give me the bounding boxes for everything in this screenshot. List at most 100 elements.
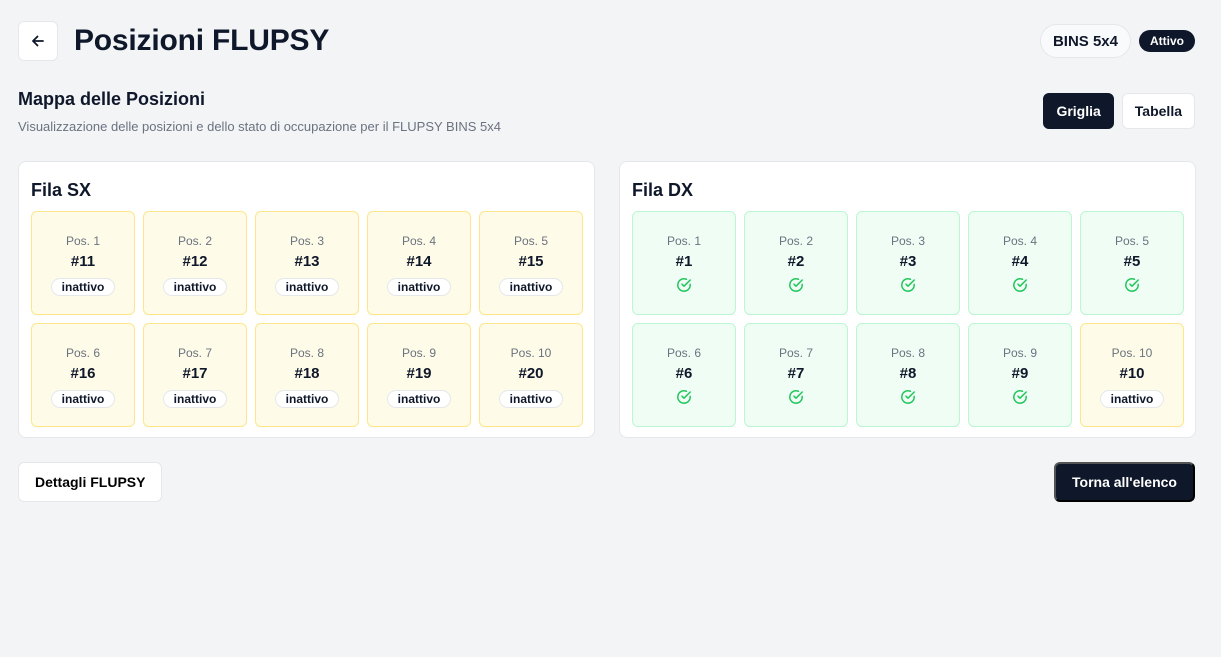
position-label: Pos. 5 bbox=[1114, 234, 1150, 248]
basket-number: #4 bbox=[1011, 253, 1029, 270]
basket-number: #1 bbox=[675, 253, 693, 270]
status-badge: inattivo bbox=[274, 390, 340, 408]
check-circle-icon bbox=[677, 278, 691, 292]
position-cell[interactable]: Pos. 5 #15 inattivo bbox=[479, 211, 583, 315]
position-cell[interactable]: Pos. 6 #16 inattivo bbox=[31, 323, 135, 427]
flupsy-name-badge: BINS 5x4 bbox=[1039, 24, 1131, 58]
status-badge: inattivo bbox=[162, 390, 228, 408]
position-cell[interactable]: Pos. 4 #4 bbox=[968, 211, 1072, 315]
position-label: Pos. 9 bbox=[401, 346, 437, 360]
position-label: Pos. 10 bbox=[510, 346, 552, 360]
position-label: Pos. 10 bbox=[1111, 346, 1153, 360]
status-badge: inattivo bbox=[498, 390, 564, 408]
position-label: Pos. 2 bbox=[177, 234, 213, 248]
position-label: Pos. 5 bbox=[513, 234, 549, 248]
status-badge: inattivo bbox=[498, 278, 564, 296]
basket-number: #13 bbox=[294, 253, 320, 270]
position-cell[interactable]: Pos. 9 #9 bbox=[968, 323, 1072, 427]
position-cell[interactable]: Pos. 7 #7 bbox=[744, 323, 848, 427]
row-card-dx: Fila DX Pos. 1 #1 Pos. 2 #2 Pos. 3 #3 Pos. 4 #4… bbox=[619, 161, 1196, 438]
position-cell[interactable]: Pos. 2 #2 bbox=[744, 211, 848, 315]
position-label: Pos. 6 bbox=[666, 346, 702, 360]
status-badge: inattivo bbox=[50, 278, 116, 296]
table-view-button[interactable]: Tabella bbox=[1121, 93, 1195, 129]
status-badge: inattivo bbox=[386, 278, 452, 296]
position-cell[interactable]: Pos. 3 #3 bbox=[856, 211, 960, 315]
row-title: Fila DX bbox=[632, 180, 694, 200]
position-cell[interactable]: Pos. 8 #8 bbox=[856, 323, 960, 427]
page-header: Posizioni FLUPSY BINS 5x4 Attivo bbox=[18, 21, 1195, 61]
grid-view-button[interactable]: Griglia bbox=[1043, 93, 1114, 129]
position-label: Pos. 8 bbox=[289, 346, 325, 360]
basket-number: #7 bbox=[787, 365, 805, 382]
position-cell[interactable]: Pos. 1 #1 bbox=[632, 211, 736, 315]
position-label: Pos. 1 bbox=[666, 234, 702, 248]
position-label: Pos. 7 bbox=[778, 346, 814, 360]
position-cell[interactable]: Pos. 4 #14 inattivo bbox=[367, 211, 471, 315]
position-cell[interactable]: Pos. 10 #10 inattivo bbox=[1080, 323, 1184, 427]
back-to-list-button[interactable]: Torna all'elenco bbox=[1054, 462, 1195, 502]
position-cell[interactable]: Pos. 5 #5 bbox=[1080, 211, 1184, 315]
basket-number: #2 bbox=[787, 253, 805, 270]
basket-number: #19 bbox=[406, 365, 432, 382]
position-label: Pos. 3 bbox=[890, 234, 926, 248]
status-badge: inattivo bbox=[274, 278, 340, 296]
check-circle-icon bbox=[901, 390, 915, 404]
check-circle-icon bbox=[677, 390, 691, 404]
status-badge: inattivo bbox=[386, 390, 452, 408]
position-label: Pos. 7 bbox=[177, 346, 213, 360]
map-description: Visualizzazione delle posizioni e dello … bbox=[18, 119, 501, 134]
basket-number: #3 bbox=[899, 253, 917, 270]
header-badges: BINS 5x4 Attivo bbox=[1039, 24, 1195, 58]
position-label: Pos. 1 bbox=[65, 234, 101, 248]
check-circle-icon bbox=[1013, 278, 1027, 292]
map-section-header: Mappa delle Posizioni Visualizzazione de… bbox=[18, 89, 501, 134]
position-cell[interactable]: Pos. 7 #17 inattivo bbox=[143, 323, 247, 427]
basket-number: #5 bbox=[1123, 253, 1141, 270]
basket-number: #16 bbox=[70, 365, 96, 382]
basket-number: #9 bbox=[1011, 365, 1029, 382]
status-badge: Attivo bbox=[1139, 30, 1195, 52]
status-badge: inattivo bbox=[50, 390, 116, 408]
check-circle-icon bbox=[901, 278, 915, 292]
basket-number: #11 bbox=[70, 253, 96, 270]
position-label: Pos. 6 bbox=[65, 346, 101, 360]
basket-number: #14 bbox=[406, 253, 432, 270]
status-badge: inattivo bbox=[162, 278, 228, 296]
position-cell[interactable]: Pos. 8 #18 inattivo bbox=[255, 323, 359, 427]
back-button[interactable] bbox=[18, 21, 58, 61]
position-cell[interactable]: Pos. 3 #13 inattivo bbox=[255, 211, 359, 315]
view-toggle: Griglia Tabella bbox=[1043, 93, 1195, 129]
flupsy-details-button[interactable]: Dettagli FLUPSY bbox=[18, 462, 163, 502]
row-card-sx: Fila SX Pos. 1 #11 inattivo Pos. 2 #12 inatti… bbox=[18, 161, 595, 438]
position-cell[interactable]: Pos. 2 #12 inattivo bbox=[143, 211, 247, 315]
basket-number: #20 bbox=[518, 365, 544, 382]
page-title: Posizioni FLUPSY bbox=[74, 24, 330, 57]
check-circle-icon bbox=[1013, 390, 1027, 404]
positions-grid: Pos. 1 #1 Pos. 2 #2 Pos. 3 #3 Pos. 4 #4 Pos. 5 #5… bbox=[632, 211, 1184, 427]
position-cell[interactable]: Pos. 9 #19 inattivo bbox=[367, 323, 471, 427]
position-cell[interactable]: Pos. 6 #6 bbox=[632, 323, 736, 427]
position-label: Pos. 8 bbox=[890, 346, 926, 360]
basket-number: #15 bbox=[518, 253, 544, 270]
row-title: Fila SX bbox=[31, 180, 92, 200]
check-circle-icon bbox=[1125, 278, 1139, 292]
status-badge: inattivo bbox=[1099, 390, 1165, 408]
position-label: Pos. 4 bbox=[1002, 234, 1038, 248]
position-cell[interactable]: Pos. 10 #20 inattivo bbox=[479, 323, 583, 427]
position-label: Pos. 4 bbox=[401, 234, 437, 248]
basket-number: #8 bbox=[899, 365, 917, 382]
basket-number: #17 bbox=[182, 365, 208, 382]
check-circle-icon bbox=[789, 390, 803, 404]
basket-number: #12 bbox=[182, 253, 208, 270]
basket-number: #18 bbox=[294, 365, 320, 382]
position-label: Pos. 2 bbox=[778, 234, 814, 248]
basket-number: #10 bbox=[1119, 365, 1145, 382]
arrow-left-icon bbox=[32, 35, 44, 47]
basket-number: #6 bbox=[675, 365, 693, 382]
position-label: Pos. 9 bbox=[1002, 346, 1038, 360]
position-cell[interactable]: Pos. 1 #11 inattivo bbox=[31, 211, 135, 315]
check-circle-icon bbox=[789, 278, 803, 292]
positions-grid: Pos. 1 #11 inattivo Pos. 2 #12 inattivo Pos. 3… bbox=[31, 211, 583, 427]
position-label: Pos. 3 bbox=[289, 234, 325, 248]
